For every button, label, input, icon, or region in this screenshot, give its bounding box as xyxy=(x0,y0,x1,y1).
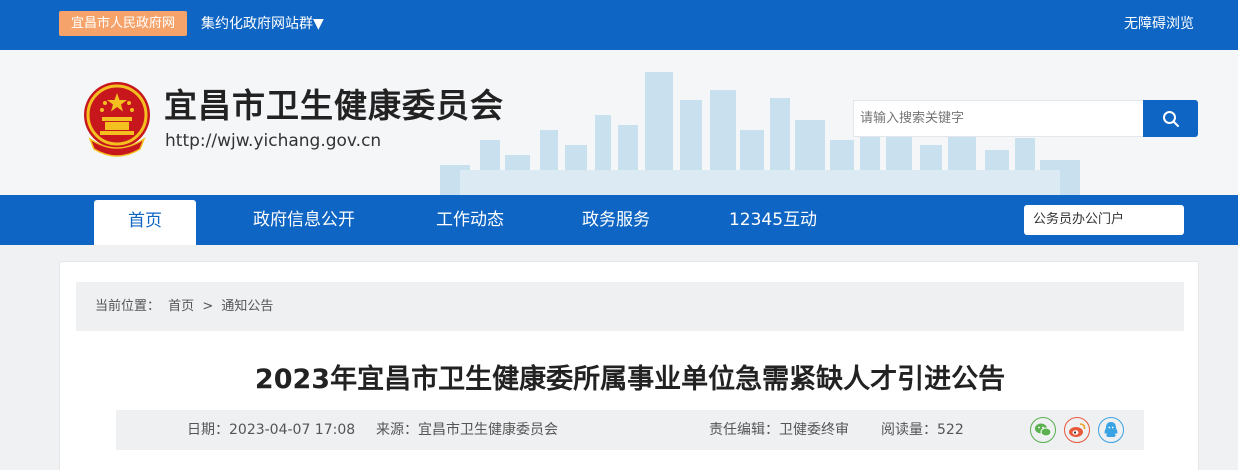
share-qq-button[interactable] xyxy=(1098,417,1124,443)
share-weibo-button[interactable] xyxy=(1064,417,1090,443)
weibo-icon xyxy=(1069,423,1086,437)
search-input[interactable] xyxy=(853,100,1143,137)
share-wechat-button[interactable] xyxy=(1030,417,1056,443)
site-url: http://wjw.yichang.gov.cn xyxy=(165,131,382,151)
accessible-browsing-link[interactable]: 无障碍浏览 xyxy=(1124,14,1194,34)
civil-servant-portal-link[interactable]: 公务员办公门户 xyxy=(1024,205,1184,235)
nav-gov-services[interactable]: 政务服务 xyxy=(566,195,666,245)
breadcrumb-label: 当前位置： xyxy=(95,299,161,314)
article-meta-bar: 日期：2023-04-07 17:08 来源：宜昌市卫生健康委员会 责任编辑：卫… xyxy=(116,410,1144,450)
search-button[interactable] xyxy=(1143,100,1198,137)
wechat-icon xyxy=(1035,423,1052,437)
breadcrumb-current[interactable]: 通知公告 xyxy=(221,299,273,314)
article-views: 阅读量：522 xyxy=(881,422,964,438)
article-title: 2023年宜昌市卫生健康委所属事业单位急需紧缺人才引进公告 xyxy=(254,364,1006,395)
top-bar: 宜昌市人民政府网 集约化政府网站群▼ 无障碍浏览 xyxy=(0,0,1238,50)
site-title: 宜昌市卫生健康委员会 xyxy=(164,86,504,125)
article-source: 来源：宜昌市卫生健康委员会 xyxy=(376,422,558,438)
content-panel: 当前位置： 首页 > 通知公告 2023年宜昌市卫生健康委所属事业单位急需紧缺人… xyxy=(59,261,1199,470)
site-group-dropdown[interactable]: 集约化政府网站群▼ xyxy=(201,14,324,34)
breadcrumb-home[interactable]: 首页 xyxy=(168,299,194,314)
breadcrumb: 当前位置： 首页 > 通知公告 xyxy=(76,282,1184,331)
gov-portal-link[interactable]: 宜昌市人民政府网 xyxy=(59,11,187,36)
national-emblem-icon xyxy=(84,82,150,157)
search-icon xyxy=(1162,110,1179,127)
nav-gov-info[interactable]: 政府信息公开 xyxy=(236,195,372,245)
nav-12345[interactable]: 12345互动 xyxy=(716,195,830,245)
qq-icon xyxy=(1104,422,1118,437)
breadcrumb-separator: > xyxy=(202,299,214,314)
site-header: 宜昌市卫生健康委员会 http://wjw.yichang.gov.cn xyxy=(0,50,1238,195)
nav-work-news[interactable]: 工作动态 xyxy=(420,195,520,245)
article-editor: 责任编辑：卫健委终审 xyxy=(709,422,849,438)
main-nav: 首页 政府信息公开 工作动态 政务服务 12345互动 公务员办公门户 xyxy=(0,195,1238,245)
nav-home[interactable]: 首页 xyxy=(94,200,196,245)
article-date: 日期：2023-04-07 17:08 xyxy=(187,422,356,438)
